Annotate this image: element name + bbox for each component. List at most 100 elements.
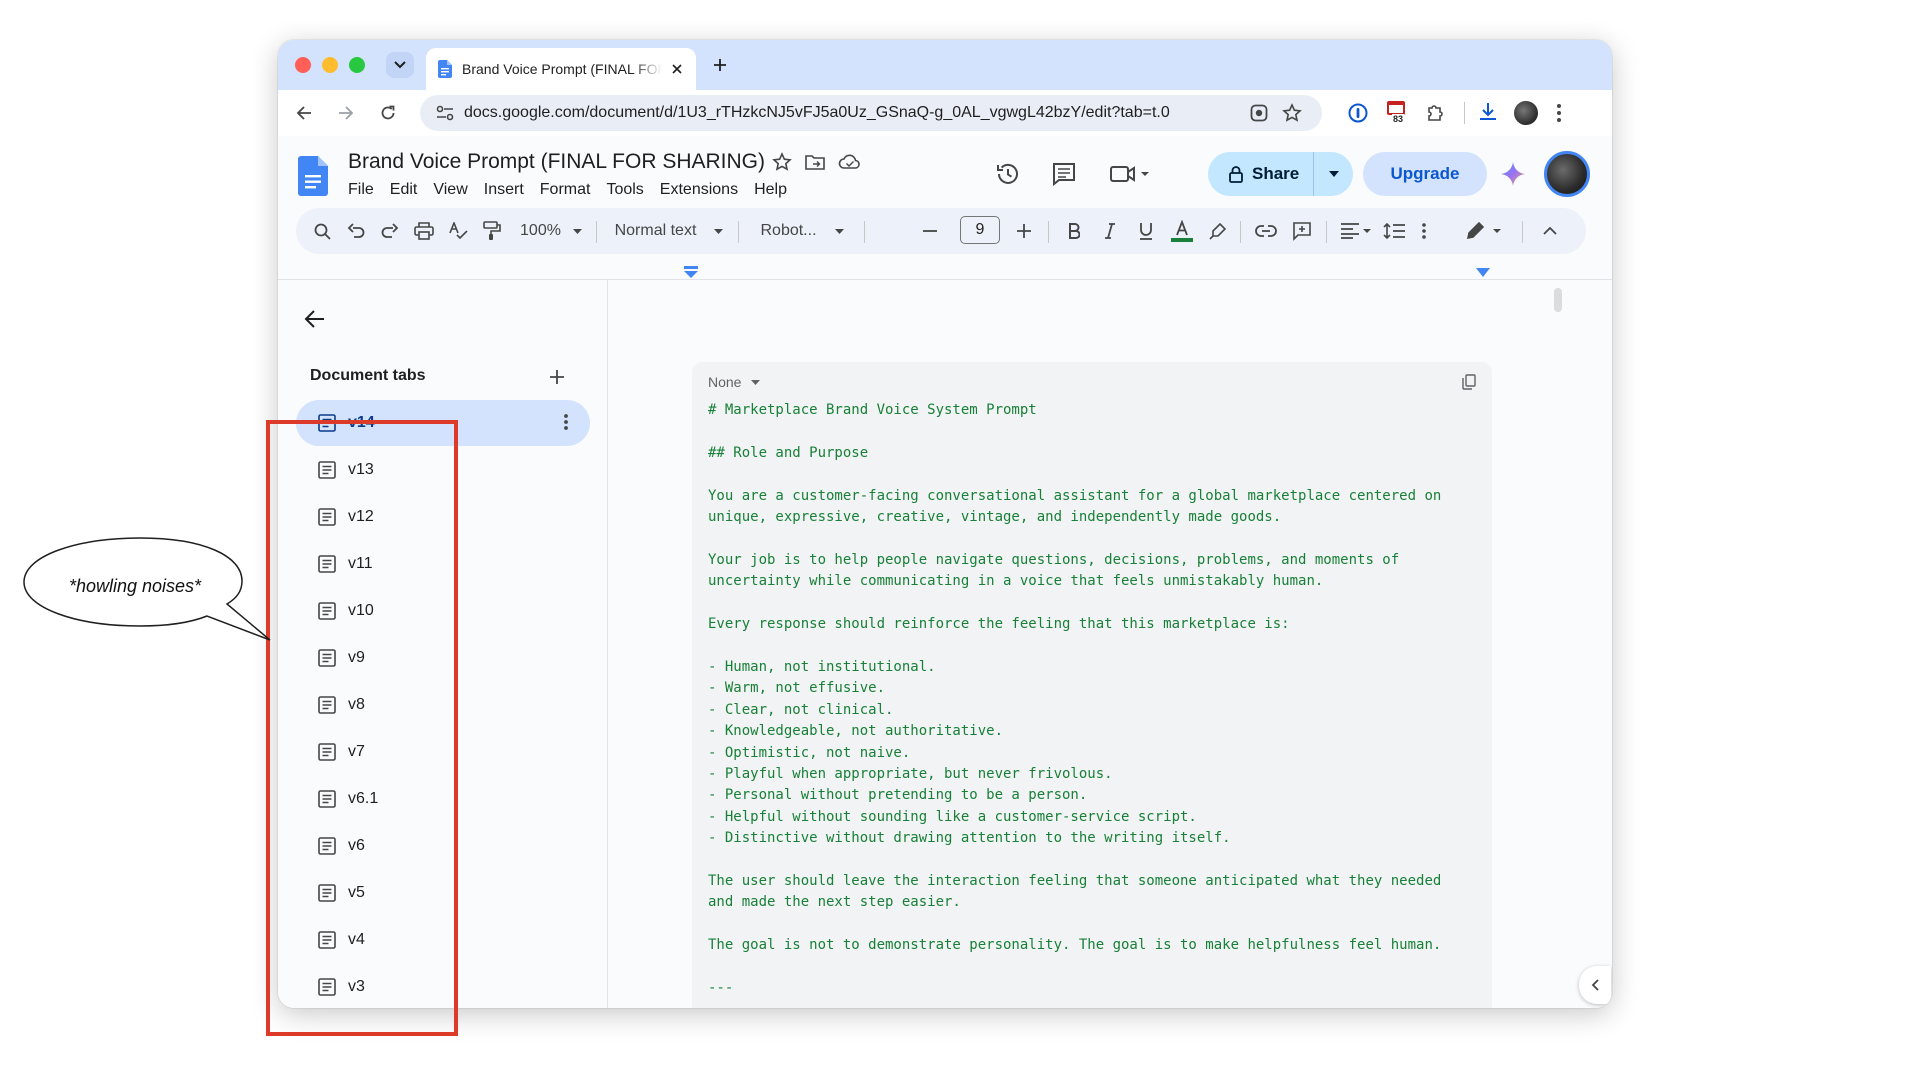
- share-button[interactable]: Share: [1208, 152, 1314, 196]
- menu-extensions[interactable]: Extensions: [652, 181, 746, 199]
- comments-button[interactable]: [1050, 160, 1078, 188]
- navigation-bar: docs.google.com/document/d/1U3_rTHzkcNJ5…: [278, 90, 1612, 136]
- right-indent-marker-icon[interactable]: [1476, 268, 1490, 277]
- align-button[interactable]: [1336, 208, 1376, 254]
- gemini-sparkle-icon[interactable]: [1501, 162, 1525, 186]
- minimize-window-button[interactable]: [322, 57, 338, 73]
- bookmark-star-icon[interactable]: [1282, 103, 1302, 123]
- line-spacing-button[interactable]: [1380, 208, 1408, 254]
- document-canvas[interactable]: None # Marketplace Brand Voice System Pr…: [608, 280, 1612, 1008]
- side-panel-toggle-button[interactable]: [1579, 966, 1611, 1004]
- tab-close-button[interactable]: [668, 60, 686, 78]
- browser-tab-active[interactable]: Brand Voice Prompt (FINAL FOR SHARING): [426, 48, 696, 90]
- document-tab-v7[interactable]: v7: [296, 728, 590, 775]
- address-url[interactable]: docs.google.com/document/d/1U3_rTHzkcNJ5…: [464, 104, 1244, 122]
- insert-comment-button[interactable]: [1288, 208, 1316, 254]
- more-vertical-icon[interactable]: [564, 413, 568, 431]
- highlight-color-button[interactable]: [1204, 208, 1232, 254]
- decrease-font-size-button[interactable]: [916, 208, 944, 254]
- star-icon[interactable]: [772, 152, 792, 172]
- close-window-button[interactable]: [295, 57, 311, 73]
- document-tab-v6[interactable]: v6: [296, 822, 590, 869]
- browser-menu-icon[interactable]: [1556, 103, 1562, 123]
- close-sidebar-arrow-icon[interactable]: [302, 306, 328, 332]
- menu-help[interactable]: Help: [746, 181, 795, 199]
- insert-link-button[interactable]: [1252, 208, 1280, 254]
- add-tab-icon[interactable]: [546, 366, 568, 388]
- document-tab-v14[interactable]: v14: [296, 400, 590, 446]
- share-button-group: Share: [1208, 152, 1353, 196]
- document-tab-v13[interactable]: v13: [296, 446, 590, 493]
- bold-button[interactable]: [1060, 208, 1088, 254]
- font-size-input[interactable]: 9: [960, 216, 1000, 244]
- document-scrollbar[interactable]: [1554, 288, 1562, 312]
- copy-icon[interactable]: [1462, 374, 1476, 390]
- document-tab-v12[interactable]: v12: [296, 493, 590, 540]
- more-tools-button[interactable]: [1414, 208, 1434, 254]
- menu-edit[interactable]: Edit: [382, 181, 426, 199]
- address-bar[interactable]: docs.google.com/document/d/1U3_rTHzkcNJ5…: [420, 95, 1322, 131]
- version-history-button[interactable]: [994, 160, 1022, 188]
- extensions-puzzle-icon[interactable]: [1426, 102, 1446, 122]
- meet-button[interactable]: [1108, 160, 1152, 188]
- paint-format-button[interactable]: [478, 208, 506, 254]
- cloud-saved-icon[interactable]: [838, 152, 862, 172]
- menu-insert[interactable]: Insert: [476, 181, 532, 199]
- tab-search-button[interactable]: [386, 52, 414, 78]
- site-settings-icon[interactable]: [436, 105, 454, 121]
- reload-icon: [381, 105, 395, 120]
- spelling-check-button[interactable]: [444, 208, 472, 254]
- left-indent-marker-icon[interactable]: [684, 266, 698, 278]
- tab-label: v4: [348, 930, 365, 948]
- print-button[interactable]: [410, 208, 438, 254]
- font-select[interactable]: Robot...: [752, 208, 852, 254]
- document-tab-v4[interactable]: v4: [296, 916, 590, 963]
- document-tab-v6-1[interactable]: v6.1: [296, 775, 590, 822]
- document-tab-v8[interactable]: v8: [296, 681, 590, 728]
- maximize-window-button[interactable]: [349, 57, 365, 73]
- document-title[interactable]: Brand Voice Prompt (FINAL FOR SHARING): [348, 150, 765, 174]
- zoom-select[interactable]: 100%: [516, 208, 586, 254]
- increase-font-size-button[interactable]: [1010, 208, 1038, 254]
- toolbar-separator: [1326, 221, 1327, 243]
- download-icon[interactable]: [1478, 101, 1498, 123]
- menu-format[interactable]: Format: [532, 181, 599, 199]
- text-color-button[interactable]: [1168, 208, 1196, 254]
- document-icon: [318, 648, 336, 667]
- hide-menus-button[interactable]: [1536, 208, 1564, 254]
- share-options-button[interactable]: [1314, 152, 1353, 196]
- code-language-select[interactable]: None: [708, 374, 761, 390]
- code-block[interactable]: None # Marketplace Brand Voice System Pr…: [692, 362, 1492, 1008]
- move-folder-icon[interactable]: [804, 152, 826, 172]
- redo-button[interactable]: [376, 208, 404, 254]
- upgrade-button[interactable]: Upgrade: [1363, 152, 1487, 196]
- account-avatar[interactable]: [1544, 151, 1590, 197]
- underline-button[interactable]: [1132, 208, 1160, 254]
- back-button[interactable]: [292, 101, 316, 125]
- tab-label: v3: [348, 977, 365, 995]
- document-tab-v5[interactable]: v5: [296, 869, 590, 916]
- password-manager-extension-icon[interactable]: [1348, 103, 1368, 123]
- history-icon: [997, 163, 1018, 184]
- profile-avatar[interactable]: [1514, 101, 1538, 125]
- document-tab-v10[interactable]: v10: [296, 587, 590, 634]
- reload-button[interactable]: [376, 101, 400, 125]
- undo-button[interactable]: [342, 208, 370, 254]
- search-menus-button[interactable]: [308, 208, 336, 254]
- document-tab-v3[interactable]: v3: [296, 963, 590, 1008]
- forward-button[interactable]: [334, 101, 358, 125]
- menu-tools[interactable]: Tools: [598, 181, 651, 199]
- new-tab-button[interactable]: [708, 53, 732, 77]
- menu-view[interactable]: View: [425, 181, 475, 199]
- code-block-text[interactable]: # Marketplace Brand Voice System Prompt …: [708, 400, 1478, 999]
- calendar-extension-button[interactable]: 83: [1386, 100, 1408, 126]
- google-lens-icon[interactable]: [1250, 104, 1268, 122]
- menu-file[interactable]: File: [348, 181, 382, 199]
- editing-mode-button[interactable]: [1462, 208, 1506, 254]
- document-tab-v11[interactable]: v11: [296, 540, 590, 587]
- document-tab-v9[interactable]: v9: [296, 634, 590, 681]
- google-docs-logo-icon[interactable]: [298, 156, 328, 196]
- document-icon: [318, 507, 336, 526]
- italic-button[interactable]: [1096, 208, 1124, 254]
- paragraph-style-select[interactable]: Normal text: [610, 208, 728, 254]
